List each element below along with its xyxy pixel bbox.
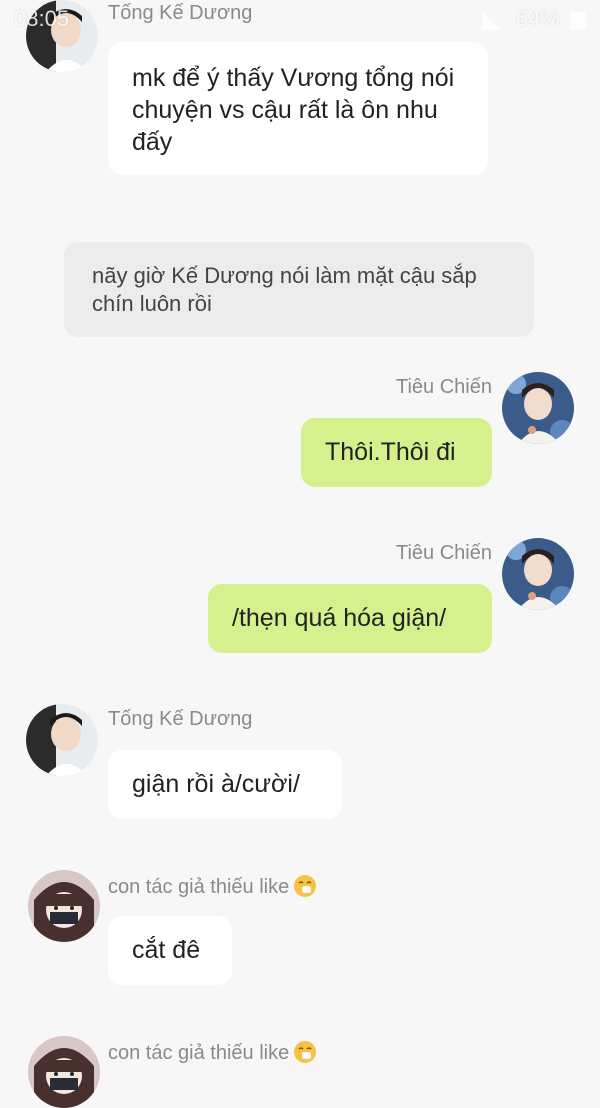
battery-icon xyxy=(570,12,586,30)
avatar[interactable] xyxy=(26,0,98,72)
avatar[interactable] xyxy=(502,372,574,444)
message-bubble[interactable]: /thẹn quá hóa giận/ xyxy=(208,584,492,653)
sender-name: Tống Kế Dương xyxy=(108,2,253,24)
avatar[interactable] xyxy=(28,1036,100,1108)
sender-name: Tiêu Chiến xyxy=(396,376,492,398)
message-bubble[interactable]: mk để ý thấy Vương tổng nói chuyện vs cậ… xyxy=(108,42,488,175)
sneezing-face-icon xyxy=(293,874,317,898)
sender-name: con tác giả thiếu like xyxy=(108,876,290,898)
narration-bubble: nãy giờ Kế Dương nói làm mặt cậu sắp chí… xyxy=(64,242,534,337)
message-bubble[interactable]: giận rồi à/cười/ xyxy=(108,750,342,819)
sender-name: Tống Kế Dương xyxy=(108,708,253,730)
sender-name: Tiêu Chiến xyxy=(396,542,492,564)
avatar[interactable] xyxy=(26,704,98,776)
sender-name-row: con tác giả thiếu like xyxy=(108,874,317,899)
sender-name: con tác giả thiếu like xyxy=(108,1042,290,1064)
sneezing-face-icon xyxy=(293,1040,317,1064)
message-bubble[interactable]: Thôi.Thôi đi xyxy=(301,418,492,487)
message-bubble[interactable]: cắt đê xyxy=(108,916,232,985)
sender-name-row: con tác giả thiếu like xyxy=(108,1040,317,1065)
avatar[interactable] xyxy=(502,538,574,610)
avatar[interactable] xyxy=(28,870,100,942)
battery-level: 64% xyxy=(515,6,560,31)
signal-icon xyxy=(482,12,500,30)
